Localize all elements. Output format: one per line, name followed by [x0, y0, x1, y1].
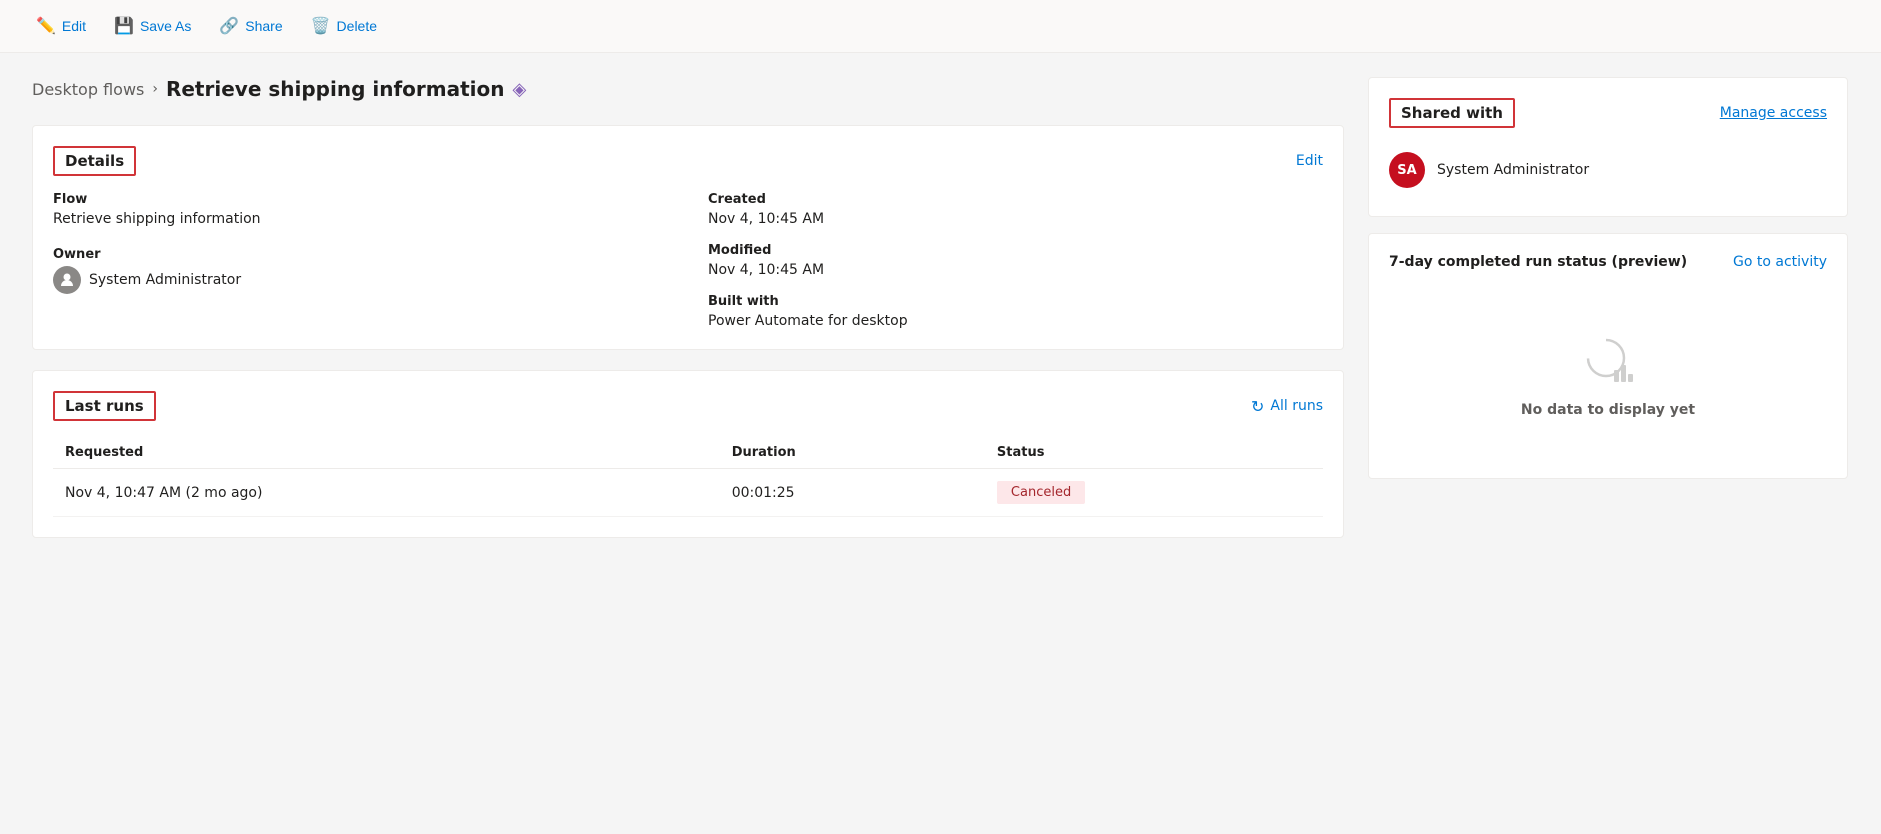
- cell-requested: Nov 4, 10:47 AM (2 mo ago): [53, 469, 720, 517]
- share-label: Share: [245, 18, 282, 34]
- manage-access-link[interactable]: Manage access: [1720, 105, 1827, 121]
- modified-group: Modified Nov 4, 10:45 AM: [708, 243, 1323, 278]
- table-header-row: Requested Duration Status: [53, 437, 1323, 469]
- users-list: SA System Administrator: [1389, 144, 1827, 196]
- details-left: Flow Retrieve shipping information Owner: [53, 192, 668, 329]
- owner-group: Owner System Administrator: [53, 247, 668, 294]
- modified-value: Nov 4, 10:45 AM: [708, 262, 1323, 278]
- col-requested: Requested: [53, 437, 720, 469]
- diamond-icon: ◈: [512, 79, 526, 100]
- last-runs-header: Last runs ↻ All runs: [53, 391, 1323, 421]
- main-content: Desktop flows › Retrieve shipping inform…: [0, 53, 1880, 562]
- user-avatar: SA: [1389, 152, 1425, 188]
- left-column: Desktop flows › Retrieve shipping inform…: [32, 77, 1344, 538]
- status-badge: Canceled: [997, 481, 1085, 504]
- built-with-label: Built with: [708, 294, 1323, 309]
- last-runs-card: Last runs ↻ All runs Requested Duration …: [32, 370, 1344, 538]
- details-card-title: Details: [53, 146, 136, 176]
- delete-label: Delete: [337, 18, 377, 34]
- owner-avatar: [53, 266, 81, 294]
- save-as-button[interactable]: 💾 Save As: [102, 10, 203, 42]
- shared-with-title: Shared with: [1389, 98, 1515, 128]
- edit-button[interactable]: ✏️ Edit: [24, 10, 98, 42]
- share-icon: 🔗: [219, 16, 239, 36]
- delete-icon: 🗑️: [311, 16, 331, 36]
- save-as-label: Save As: [140, 18, 191, 34]
- built-with-value: Power Automate for desktop: [708, 313, 1323, 329]
- share-button[interactable]: 🔗 Share: [207, 10, 294, 42]
- breadcrumb-current: Retrieve shipping information: [166, 77, 505, 101]
- run-status-card: 7-day completed run status (preview) Go …: [1368, 233, 1848, 479]
- edit-label: Edit: [62, 18, 86, 34]
- created-group: Created Nov 4, 10:45 AM: [708, 192, 1323, 227]
- created-value: Nov 4, 10:45 AM: [708, 211, 1323, 227]
- owner-value: System Administrator: [89, 272, 241, 288]
- no-data-container: No data to display yet: [1389, 290, 1827, 458]
- modified-label: Modified: [708, 243, 1323, 258]
- owner-row: System Administrator: [53, 266, 668, 294]
- col-status: Status: [985, 437, 1323, 469]
- cell-status: Canceled: [985, 469, 1323, 517]
- breadcrumb-separator: ›: [152, 81, 158, 97]
- run-status-title: 7-day completed run status (preview): [1389, 254, 1687, 270]
- built-with-group: Built with Power Automate for desktop: [708, 294, 1323, 329]
- refresh-icon: ↻: [1251, 397, 1264, 416]
- table-row: Nov 4, 10:47 AM (2 mo ago) 00:01:25 Canc…: [53, 469, 1323, 517]
- edit-icon: ✏️: [36, 16, 56, 36]
- go-to-activity-link[interactable]: Go to activity: [1733, 254, 1827, 270]
- breadcrumb: Desktop flows › Retrieve shipping inform…: [32, 77, 1344, 101]
- owner-label: Owner: [53, 247, 668, 262]
- last-runs-title: Last runs: [53, 391, 156, 421]
- details-grid: Flow Retrieve shipping information Owner: [53, 192, 1323, 329]
- user-row: SA System Administrator: [1389, 144, 1827, 196]
- right-column: Shared with Manage access SA System Admi…: [1368, 77, 1848, 538]
- no-data-icon: [1578, 330, 1638, 390]
- flow-group: Flow Retrieve shipping information: [53, 192, 668, 227]
- user-name: System Administrator: [1437, 162, 1589, 178]
- delete-button[interactable]: 🗑️ Delete: [299, 10, 389, 42]
- breadcrumb-parent[interactable]: Desktop flows: [32, 80, 144, 99]
- shared-with-card: Shared with Manage access SA System Admi…: [1368, 77, 1848, 217]
- col-duration: Duration: [720, 437, 985, 469]
- runs-table: Requested Duration Status Nov 4, 10:47 A…: [53, 437, 1323, 517]
- cell-duration: 00:01:25: [720, 469, 985, 517]
- created-label: Created: [708, 192, 1323, 207]
- all-runs-label: All runs: [1270, 398, 1323, 414]
- details-card: Details Edit Flow Retrieve shipping info…: [32, 125, 1344, 350]
- details-card-header: Details Edit: [53, 146, 1323, 176]
- no-data-text: No data to display yet: [1521, 402, 1695, 418]
- save-as-icon: 💾: [114, 16, 134, 36]
- details-right: Created Nov 4, 10:45 AM Modified Nov 4, …: [708, 192, 1323, 329]
- toolbar: ✏️ Edit 💾 Save As 🔗 Share 🗑️ Delete: [0, 0, 1881, 53]
- all-runs-link[interactable]: ↻ All runs: [1251, 397, 1323, 416]
- shared-with-header: Shared with Manage access: [1389, 98, 1827, 128]
- run-status-header: 7-day completed run status (preview) Go …: [1389, 254, 1827, 270]
- flow-value: Retrieve shipping information: [53, 211, 668, 227]
- details-edit-link[interactable]: Edit: [1296, 153, 1323, 169]
- flow-label: Flow: [53, 192, 668, 207]
